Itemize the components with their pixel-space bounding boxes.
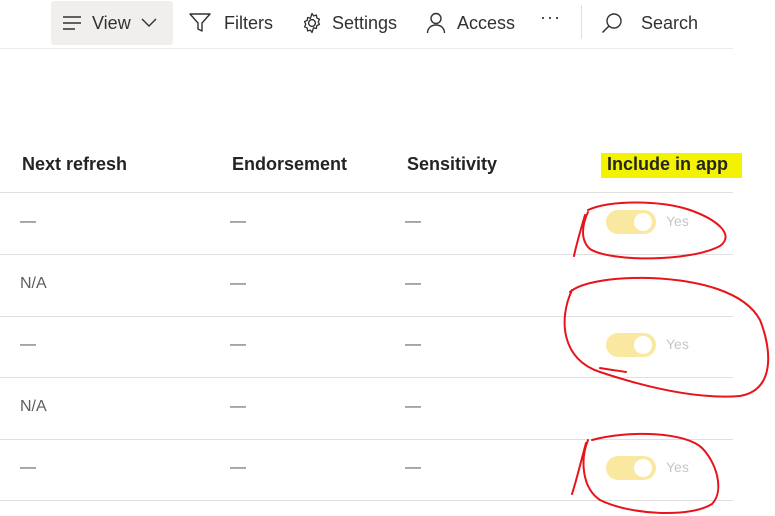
- table-row: N/A — —: [0, 255, 733, 317]
- view-button[interactable]: View: [51, 1, 173, 45]
- column-header-include-in-app[interactable]: Include in app: [607, 154, 728, 175]
- chevron-down-icon: [141, 18, 157, 28]
- access-button[interactable]: Access: [426, 0, 515, 46]
- settings-label: Settings: [332, 12, 398, 33]
- filter-icon: [189, 13, 211, 33]
- next-refresh-cell: —: [20, 213, 36, 230]
- include-in-app-toggle[interactable]: [606, 210, 656, 234]
- sensitivity-cell: —: [405, 459, 421, 476]
- table-row: — — — Yes: [0, 316, 733, 378]
- gear-icon: [301, 12, 323, 34]
- toolbar-divider: [581, 5, 582, 39]
- sensitivity-cell: —: [405, 398, 421, 415]
- search-icon: [601, 12, 623, 34]
- table-header: Next refresh Endorsement Sensitivity Inc…: [0, 140, 733, 193]
- column-header-endorsement[interactable]: Endorsement: [232, 154, 347, 175]
- toolbar: View Filters Settings Access ··· Search: [0, 0, 733, 49]
- toggle-knob: [634, 336, 652, 354]
- settings-button[interactable]: Settings: [301, 0, 397, 46]
- toggle-label: Yes: [666, 336, 689, 352]
- menu-lines-icon: [63, 16, 81, 30]
- include-in-app-toggle[interactable]: [606, 456, 656, 480]
- next-refresh-cell: —: [20, 336, 36, 353]
- column-header-sensitivity[interactable]: Sensitivity: [407, 154, 497, 175]
- include-in-app-toggle[interactable]: [606, 333, 656, 357]
- endorsement-cell: —: [230, 213, 246, 230]
- endorsement-cell: —: [230, 336, 246, 353]
- toggle-label: Yes: [666, 213, 689, 229]
- next-refresh-cell: N/A: [20, 275, 47, 292]
- more-button[interactable]: ···: [540, 0, 561, 40]
- table-row: — — — Yes: [0, 439, 733, 501]
- next-refresh-cell: —: [20, 459, 36, 476]
- sensitivity-cell: —: [405, 213, 421, 230]
- column-header-next-refresh[interactable]: Next refresh: [22, 154, 127, 175]
- toggle-label: Yes: [666, 459, 689, 475]
- endorsement-cell: —: [230, 459, 246, 476]
- sensitivity-cell: —: [405, 336, 421, 353]
- person-icon: [426, 12, 446, 34]
- more-icon: ···: [540, 6, 561, 27]
- table-row: — — — Yes: [0, 193, 733, 255]
- next-refresh-cell: N/A: [20, 398, 47, 415]
- page: View Filters Settings Access ··· Search …: [0, 0, 775, 516]
- view-label: View: [92, 12, 131, 33]
- endorsement-cell: —: [230, 398, 246, 415]
- filters-button[interactable]: Filters: [189, 0, 273, 46]
- sensitivity-cell: —: [405, 275, 421, 292]
- search-box[interactable]: Search: [601, 0, 698, 46]
- access-label: Access: [457, 12, 516, 33]
- search-placeholder: Search: [641, 12, 699, 33]
- toggle-knob: [634, 213, 652, 231]
- filters-label: Filters: [224, 12, 273, 33]
- toggle-knob: [634, 459, 652, 477]
- endorsement-cell: —: [230, 275, 246, 292]
- table-row: N/A — —: [0, 378, 733, 440]
